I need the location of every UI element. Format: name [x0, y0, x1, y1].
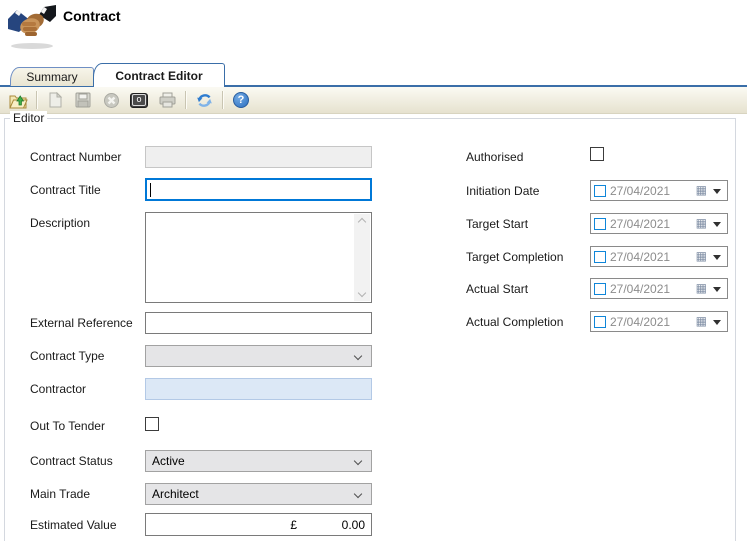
estimated-value-label: Estimated Value [30, 518, 117, 532]
initiation-date-label: Initiation Date [466, 184, 539, 198]
contractor-field [145, 378, 372, 400]
contract-status-label: Contract Status [30, 454, 113, 468]
new-document-icon [48, 92, 63, 108]
scroll-up-icon[interactable] [358, 218, 366, 226]
calendar-icon: ▦ [696, 249, 707, 264]
calendar-icon: ▦ [696, 281, 707, 296]
contract-number-field [145, 146, 372, 168]
dropdown-arrow-icon[interactable] [713, 222, 721, 227]
external-reference-field[interactable] [145, 312, 372, 334]
help-button[interactable]: ? [228, 89, 254, 111]
currency-symbol: £ [290, 518, 297, 532]
contract-type-label: Contract Type [30, 349, 104, 363]
help-icon: ? [233, 92, 249, 108]
chevron-down-icon [354, 352, 362, 360]
print-button [154, 89, 180, 111]
refresh-button[interactable] [191, 89, 217, 111]
dropdown-arrow-icon[interactable] [713, 287, 721, 292]
cancel-icon [103, 92, 120, 109]
initiation-date-value: 27/04/2021 [610, 184, 670, 198]
target-completion-picker[interactable]: 27/04/2021 ▦ [590, 246, 728, 267]
actual-completion-picker[interactable]: 27/04/2021 ▦ [590, 311, 728, 332]
target-completion-value: 27/04/2021 [610, 250, 670, 264]
cancel-button [98, 89, 124, 111]
chevron-down-icon [354, 457, 362, 465]
contract-editor-window: Contract Summary Contract Editor [0, 0, 747, 541]
tab-contract-editor[interactable]: Contract Editor [93, 63, 225, 87]
contract-status-dropdown[interactable]: Active [145, 450, 372, 472]
folder-open-up-icon [9, 92, 28, 109]
save-icon [75, 92, 91, 108]
contract-title-field[interactable] [145, 178, 372, 201]
chevron-down-icon [354, 490, 362, 498]
contract-number-label: Contract Number [30, 150, 121, 164]
authorised-checkbox[interactable] [590, 147, 604, 161]
record-icon: o [130, 93, 148, 108]
page-title: Contract [63, 8, 121, 24]
date-enable-checkbox[interactable] [594, 185, 606, 197]
scroll-down-icon[interactable] [358, 289, 366, 297]
dropdown-arrow-icon[interactable] [713, 320, 721, 325]
contract-type-dropdown[interactable] [145, 345, 372, 367]
toolbar-separator [185, 91, 186, 109]
contractor-label: Contractor [30, 382, 86, 396]
date-enable-checkbox[interactable] [594, 251, 606, 263]
description-label: Description [30, 216, 90, 230]
description-scrollbar[interactable] [354, 214, 370, 301]
calendar-icon: ▦ [696, 314, 707, 329]
estimated-value-field[interactable]: £ 0.00 [145, 513, 372, 536]
toolbar-separator [222, 91, 223, 109]
authorised-label: Authorised [466, 150, 523, 164]
record-icon-glyph: o [132, 94, 145, 106]
tab-contract-editor-label: Contract Editor [115, 69, 202, 83]
actual-completion-label: Actual Completion [466, 315, 563, 329]
save-button [70, 89, 96, 111]
target-start-label: Target Start [466, 217, 528, 231]
out-to-tender-label: Out To Tender [30, 419, 105, 433]
toolbar-separator [36, 91, 37, 109]
handshake-icon [8, 3, 56, 50]
actual-start-value: 27/04/2021 [610, 282, 670, 296]
target-start-picker[interactable]: 27/04/2021 ▦ [590, 213, 728, 234]
print-icon [159, 92, 176, 108]
date-enable-checkbox[interactable] [594, 316, 606, 328]
main-trade-value: Architect [152, 487, 199, 501]
main-trade-label: Main Trade [30, 487, 90, 501]
initiation-date-picker[interactable]: 27/04/2021 ▦ [590, 180, 728, 201]
target-start-value: 27/04/2021 [610, 217, 670, 231]
tab-summary[interactable]: Summary [10, 67, 94, 86]
external-reference-label: External Reference [30, 316, 133, 330]
calendar-icon: ▦ [696, 183, 707, 198]
new-button [42, 89, 68, 111]
contract-title-label: Contract Title [30, 183, 101, 197]
toolbar: o ? [0, 87, 747, 114]
contract-status-value: Active [152, 454, 185, 468]
dropdown-arrow-icon[interactable] [713, 189, 721, 194]
main-trade-dropdown[interactable]: Architect [145, 483, 372, 505]
actual-start-label: Actual Start [466, 282, 528, 296]
open-button[interactable] [5, 89, 31, 111]
out-to-tender-checkbox[interactable] [145, 417, 159, 431]
actual-start-picker[interactable]: 27/04/2021 ▦ [590, 278, 728, 299]
tab-summary-label: Summary [26, 70, 77, 84]
refresh-icon [196, 92, 213, 109]
estimated-value-amount: 0.00 [342, 518, 365, 532]
description-field[interactable] [145, 212, 372, 303]
dropdown-arrow-icon[interactable] [713, 255, 721, 260]
calendar-icon: ▦ [696, 216, 707, 231]
date-enable-checkbox[interactable] [594, 218, 606, 230]
date-enable-checkbox[interactable] [594, 283, 606, 295]
record-button[interactable]: o [126, 89, 152, 111]
editor-group-label: Editor [10, 111, 47, 125]
actual-completion-value: 27/04/2021 [610, 315, 670, 329]
text-caret [150, 183, 151, 197]
target-completion-label: Target Completion [466, 250, 563, 264]
